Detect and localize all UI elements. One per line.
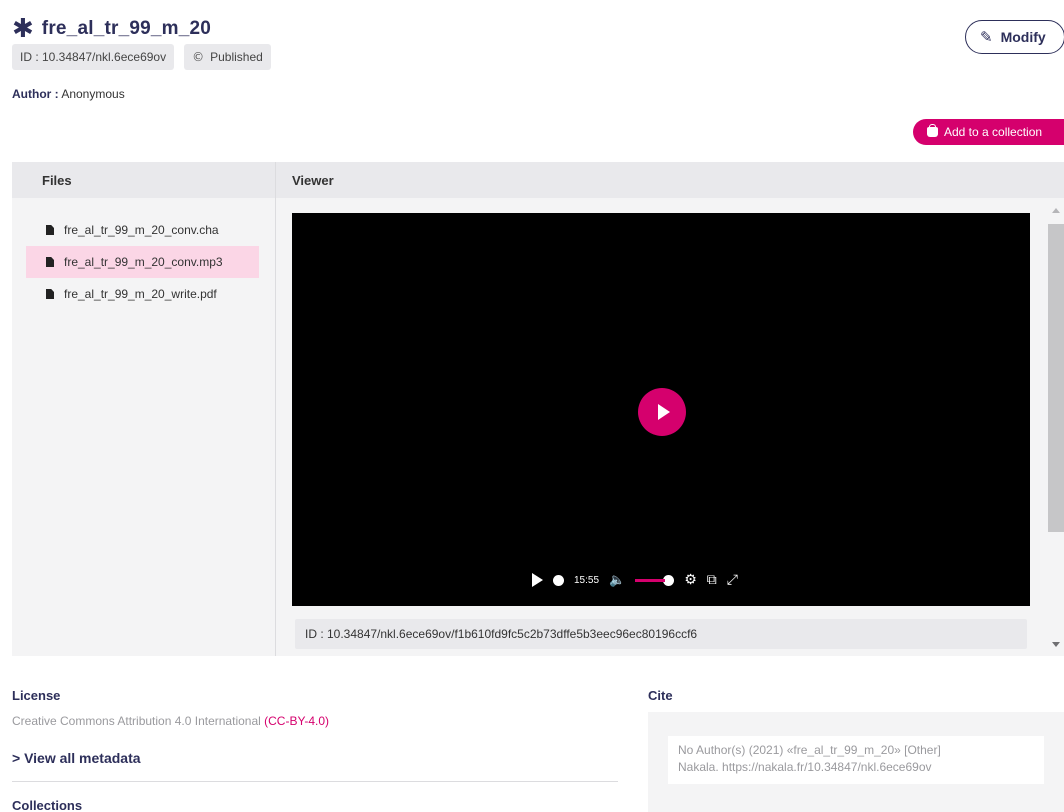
status-badge-text: Published [210,50,263,64]
file-list: fre_al_tr_99_m_20_conv.cha fre_al_tr_99_… [26,214,259,310]
volume-icon[interactable]: 🔈 [609,573,625,588]
volume-slider[interactable] [635,578,666,582]
media-player[interactable]: 15:55 🔈 ⚙ ⧉ ⤢ [292,213,1030,606]
file-name: fre_al_tr_99_m_20_conv.cha [64,223,219,237]
play-control-icon[interactable] [532,573,543,587]
citation-line-2: Nakala. https://nakala.fr/10.34847/nkl.6… [678,760,932,774]
id-badge: ID : 10.34847/nkl.6ece69ov [12,44,175,70]
license-code-link[interactable]: (CC-BY-4.0) [264,714,329,728]
modify-button-label: Modify [1000,29,1046,45]
modify-button[interactable]: ✎ Modify [965,20,1064,54]
panel-header [12,162,1064,198]
page-title: fre_al_tr_99_m_20 [41,18,212,39]
collections-label: Collections [12,798,83,812]
settings-icon[interactable]: ⚙ [684,572,697,588]
files-title: Files [42,173,72,188]
progress-handle[interactable] [553,574,564,586]
citation-text[interactable]: No Author(s) (2021) «fre_al_tr_99_m_20» … [668,736,1044,784]
cite-label: Cite [648,688,673,703]
view-all-metadata-link[interactable]: > View all metadata [12,750,141,766]
scroll-thumb[interactable] [1048,224,1064,532]
pencil-icon: ✎ [980,28,993,46]
fullscreen-icon[interactable]: ⤢ [727,572,738,588]
citation-line-1: No Author(s) (2021) «fre_al_tr_99_m_20» … [678,743,941,757]
license-text: Creative Commons Attribution 4.0 Interna… [12,714,329,728]
play-icon [657,404,670,420]
panel-divider [275,162,276,656]
big-play-button[interactable] [638,388,686,436]
add-to-collection-button[interactable]: Add to a collection [913,119,1064,145]
author-value: Anonymous [61,87,125,101]
file-icon [46,289,54,299]
license-label: License [12,688,61,703]
viewer-scrollbar[interactable] [1048,202,1064,656]
badges-row: ID : 10.34847/nkl.6ece69ov © Published [12,44,271,70]
file-icon [46,257,54,267]
file-id-text: ID : 10.34847/nkl.6ece69ov/f1b610fd9fc5c… [305,627,698,641]
copyright-icon: © [192,50,205,64]
asterisk-icon: ✱ [12,14,34,44]
divider [12,781,618,782]
add-to-collection-label: Add to a collection [944,125,1043,139]
file-item-active[interactable]: fre_al_tr_99_m_20_conv.mp3 [26,246,259,278]
scroll-up-icon[interactable] [1052,208,1060,213]
file-name: fre_al_tr_99_m_20_write.pdf [64,287,217,301]
file-icon [46,225,54,235]
author-line: Author : Anonymous [12,87,125,101]
id-badge-text: ID : 10.34847/nkl.6ece69ov [20,50,167,64]
file-id-bar: ID : 10.34847/nkl.6ece69ov/f1b610fd9fc5c… [295,619,1027,649]
file-name: fre_al_tr_99_m_20_conv.mp3 [64,255,223,269]
title-row: ✱ fre_al_tr_99_m_20 [12,16,211,42]
cite-box: No Author(s) (2021) «fre_al_tr_99_m_20» … [648,712,1064,812]
file-item[interactable]: fre_al_tr_99_m_20_write.pdf [26,278,259,310]
file-item[interactable]: fre_al_tr_99_m_20_conv.cha [26,214,259,246]
license-name: Creative Commons Attribution 4.0 Interna… [12,714,261,728]
author-label: Author : [12,87,59,101]
player-controls: 15:55 🔈 ⚙ ⧉ ⤢ [532,570,738,590]
status-badge: © Published [184,44,271,70]
popout-icon[interactable]: ⧉ [707,572,717,588]
viewer-title: Viewer [292,173,334,188]
files-viewer-panel: Files Viewer fre_al_tr_99_m_20_conv.cha … [12,162,1064,656]
time-display: 15:55 [574,574,600,586]
scroll-down-icon[interactable] [1052,642,1060,647]
bag-icon [927,124,938,137]
